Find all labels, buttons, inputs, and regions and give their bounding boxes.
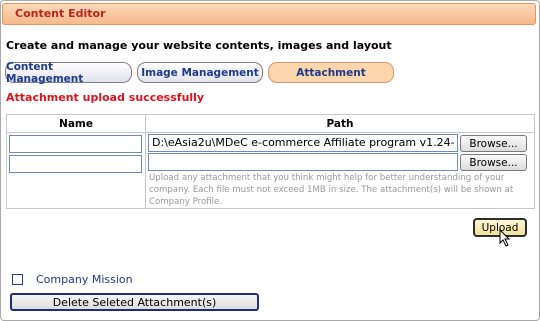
mouse-pointer-icon <box>499 229 511 247</box>
file-path-input-1[interactable]: D:\eAsia2u\MDeC e-commerce Affiliate pro… <box>148 134 458 152</box>
attachment-name-input-2[interactable] <box>9 155 142 173</box>
file-path-input-2[interactable] <box>148 153 458 171</box>
browse-button-2[interactable]: Browse... <box>460 154 527 171</box>
attachment-label-company-mission[interactable]: Company Mission <box>36 273 133 286</box>
attachment-checkbox-company-mission[interactable] <box>12 274 23 285</box>
page-title: Content Editor <box>15 7 106 20</box>
title-bar: Content Editor <box>2 3 536 25</box>
delete-selected-attachments-button[interactable]: Delete Seleted Attachment(s) <box>10 293 259 311</box>
tab-image-management[interactable]: Image Management <box>137 62 263 83</box>
tab-content-management[interactable]: Content Management <box>5 61 132 85</box>
column-header-name: Name <box>6 114 146 133</box>
column-header-path: Path <box>145 114 535 133</box>
upload-help-text: Upload any attachment that you think mig… <box>149 173 514 207</box>
intro-text: Create and manage your website contents,… <box>6 39 392 52</box>
browse-button-1[interactable]: Browse... <box>460 135 527 152</box>
attachment-name-input-1[interactable] <box>9 135 142 153</box>
tab-attachment[interactable]: Attachment <box>268 62 394 83</box>
status-message: Attachment upload successfully <box>6 91 205 104</box>
